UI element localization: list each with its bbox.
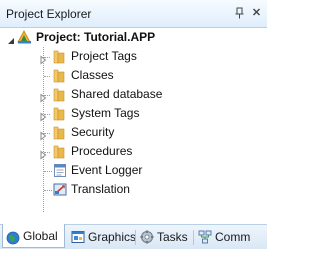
collapse-arrow-icon[interactable] — [6, 33, 16, 44]
expand-arrow-icon[interactable] — [38, 147, 48, 160]
panel-titlebar: Project Explorer — [0, 0, 267, 28]
project-icon — [17, 30, 31, 45]
tree-connector — [44, 190, 52, 191]
tree-item-label: Event Logger — [71, 163, 143, 177]
tab-separator — [135, 230, 136, 245]
translation-icon — [53, 182, 67, 197]
tab-global[interactable]: Global — [2, 224, 65, 248]
tree-item-procedures[interactable]: Procedures — [0, 142, 267, 161]
tab-label: Tasks — [157, 230, 188, 244]
tree-item-label: System Tags — [71, 106, 140, 120]
tab-label: Global — [23, 229, 58, 243]
comm-icon — [198, 230, 212, 244]
tree-item-label: Shared database — [71, 87, 163, 101]
folder-icon — [52, 49, 66, 64]
expand-arrow-icon[interactable] — [38, 90, 48, 103]
folder-icon — [52, 87, 66, 102]
tree-item-project-tags[interactable]: Project Tags — [0, 47, 267, 66]
tasks-icon — [140, 230, 154, 244]
folder-icon — [52, 125, 66, 140]
expand-arrow-icon[interactable] — [38, 128, 48, 141]
folder-icon — [52, 68, 66, 83]
expand-arrow-icon[interactable] — [38, 52, 48, 65]
pin-icon[interactable] — [234, 6, 246, 20]
tree-item-event-logger[interactable]: Event Logger — [0, 161, 267, 180]
tree-connector — [44, 171, 52, 172]
tree-item-translation[interactable]: Translation — [0, 180, 267, 199]
tab-separator — [193, 230, 194, 245]
tree-item-shared-database[interactable]: Shared database — [0, 85, 267, 104]
tab-comm[interactable]: Comm — [195, 227, 267, 248]
tree-root-label: Project: Tutorial.APP — [36, 30, 156, 44]
tree-item-classes[interactable]: Classes — [0, 66, 267, 85]
tree-item-label: Security — [71, 125, 115, 139]
folder-icon — [52, 144, 66, 159]
project-tree: Project: Tutorial.APP Project Tags Class… — [0, 28, 267, 224]
globe-icon — [6, 229, 20, 245]
tab-graphics[interactable]: Graphics — [68, 227, 137, 248]
expand-arrow-icon[interactable] — [38, 109, 48, 122]
tree-root[interactable]: Project: Tutorial.APP — [0, 28, 267, 47]
tab-tasks[interactable]: Tasks — [137, 227, 192, 248]
tree-item-security[interactable]: Security — [0, 123, 267, 142]
workspace-tabbar: Global Graphics Tasks Comm — [0, 224, 267, 249]
tree-item-label: Procedures — [71, 144, 133, 158]
tree-item-label: Classes — [71, 68, 114, 82]
panel-title: Project Explorer — [6, 7, 92, 21]
tree-item-label: Translation — [71, 182, 130, 196]
tab-label: Comm — [215, 230, 251, 244]
close-icon[interactable] — [251, 5, 263, 19]
event-logger-icon — [53, 163, 67, 178]
graphics-icon — [71, 230, 85, 244]
tree-item-system-tags[interactable]: System Tags — [0, 104, 267, 123]
folder-icon — [52, 106, 66, 121]
tree-item-label: Project Tags — [71, 49, 137, 63]
tree-connector — [44, 76, 50, 77]
tab-label: Graphics — [88, 230, 137, 244]
